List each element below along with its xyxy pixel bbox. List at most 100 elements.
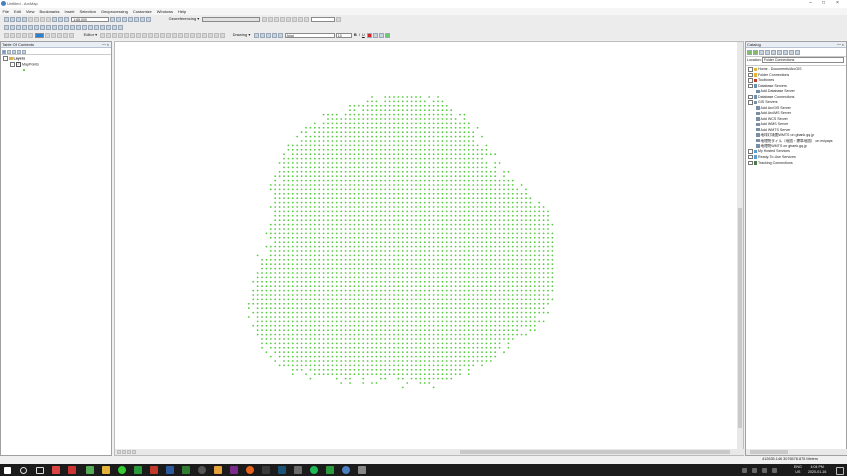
map-point[interactable]	[450, 179, 453, 182]
map-point[interactable]	[450, 267, 453, 270]
map-point[interactable]	[296, 285, 299, 288]
map-point[interactable]	[291, 245, 294, 248]
map-point[interactable]	[419, 144, 422, 147]
map-point[interactable]	[459, 320, 461, 323]
map-point[interactable]	[322, 184, 325, 186]
map-point[interactable]	[428, 377, 431, 380]
map-point[interactable]	[445, 118, 448, 120]
map-point[interactable]	[507, 210, 510, 213]
map-point[interactable]	[476, 148, 479, 151]
map-point[interactable]	[322, 144, 325, 147]
measure-button[interactable]	[88, 24, 94, 30]
map-point[interactable]	[432, 179, 435, 182]
map-point[interactable]	[445, 184, 448, 186]
map-point[interactable]	[467, 276, 470, 279]
map-point[interactable]	[472, 140, 475, 142]
map-point[interactable]	[331, 135, 334, 138]
map-point[interactable]	[388, 113, 391, 116]
map-point[interactable]	[322, 373, 325, 376]
forward-arrow-icon[interactable]	[753, 49, 758, 55]
map-point[interactable]	[472, 333, 475, 336]
map-point[interactable]	[388, 294, 391, 296]
map-point[interactable]	[353, 175, 356, 178]
map-point[interactable]	[265, 307, 268, 310]
map-point[interactable]	[278, 170, 281, 173]
map-point[interactable]	[432, 280, 435, 283]
map-point[interactable]	[529, 206, 532, 208]
map-point[interactable]	[503, 263, 505, 266]
map-point[interactable]	[313, 148, 316, 151]
map-point[interactable]	[437, 192, 439, 195]
map-point[interactable]	[379, 272, 382, 274]
map-point[interactable]	[397, 126, 400, 129]
map-point[interactable]	[371, 342, 373, 345]
map-point[interactable]	[278, 197, 281, 200]
map-point[interactable]	[463, 179, 466, 182]
map-point[interactable]	[349, 206, 351, 208]
map-point[interactable]	[291, 360, 294, 362]
map-point[interactable]	[265, 324, 268, 327]
map-point[interactable]	[388, 245, 391, 248]
map-point[interactable]	[388, 228, 391, 230]
map-point[interactable]	[331, 373, 334, 376]
search-icon[interactable]	[20, 467, 27, 474]
map-point[interactable]	[445, 210, 448, 213]
map-point[interactable]	[472, 254, 475, 257]
map-point[interactable]	[419, 338, 422, 340]
map-point[interactable]	[463, 258, 466, 261]
map-point[interactable]	[423, 320, 426, 323]
map-point[interactable]	[533, 324, 536, 327]
map-point[interactable]	[503, 206, 505, 208]
map-point[interactable]	[278, 206, 281, 208]
map-point[interactable]	[481, 201, 483, 204]
map-point[interactable]	[300, 329, 303, 332]
map-point[interactable]	[327, 338, 329, 340]
map-point[interactable]	[353, 236, 356, 239]
map-point[interactable]	[481, 210, 483, 213]
map-point[interactable]	[428, 157, 431, 160]
map-point[interactable]	[335, 346, 338, 349]
map-point[interactable]	[393, 162, 395, 164]
map-point[interactable]	[327, 122, 329, 125]
map-point[interactable]	[353, 263, 356, 266]
map-point[interactable]	[454, 368, 457, 371]
map-point[interactable]	[520, 214, 523, 217]
map-point[interactable]	[274, 342, 277, 345]
map-point[interactable]	[366, 197, 369, 200]
map-point[interactable]	[371, 302, 373, 305]
map-point[interactable]	[384, 232, 387, 235]
map-point[interactable]	[269, 245, 272, 248]
map-point[interactable]	[437, 368, 439, 371]
map-point[interactable]	[305, 153, 307, 156]
map-point[interactable]	[511, 214, 514, 217]
map-point[interactable]	[379, 346, 382, 349]
map-point[interactable]	[441, 298, 444, 301]
map-point[interactable]	[322, 214, 325, 217]
map-point[interactable]	[269, 184, 272, 186]
map-point[interactable]	[287, 214, 290, 217]
map-point[interactable]	[437, 206, 439, 208]
map-point[interactable]	[432, 355, 435, 358]
map-point[interactable]	[296, 250, 299, 252]
map-point[interactable]	[305, 307, 307, 310]
map-point[interactable]	[485, 307, 488, 310]
map-point[interactable]	[371, 201, 373, 204]
map-point[interactable]	[322, 148, 325, 151]
map-point[interactable]	[489, 197, 492, 200]
map-point[interactable]	[335, 368, 338, 371]
map-point[interactable]	[459, 342, 461, 345]
map-point[interactable]	[406, 148, 409, 151]
map-point[interactable]	[432, 223, 435, 226]
map-point[interactable]	[459, 241, 461, 244]
map-point[interactable]	[309, 289, 312, 292]
map-point[interactable]	[507, 228, 510, 230]
toggle-contents-button[interactable]	[777, 49, 782, 55]
map-point[interactable]	[432, 245, 435, 248]
map-point[interactable]	[327, 267, 329, 270]
map-point[interactable]	[305, 162, 307, 164]
map-point[interactable]	[283, 342, 285, 345]
map-point[interactable]	[305, 175, 307, 178]
map-point[interactable]	[375, 267, 378, 270]
map-point[interactable]	[362, 272, 365, 274]
select-elements-button[interactable]	[64, 24, 70, 30]
